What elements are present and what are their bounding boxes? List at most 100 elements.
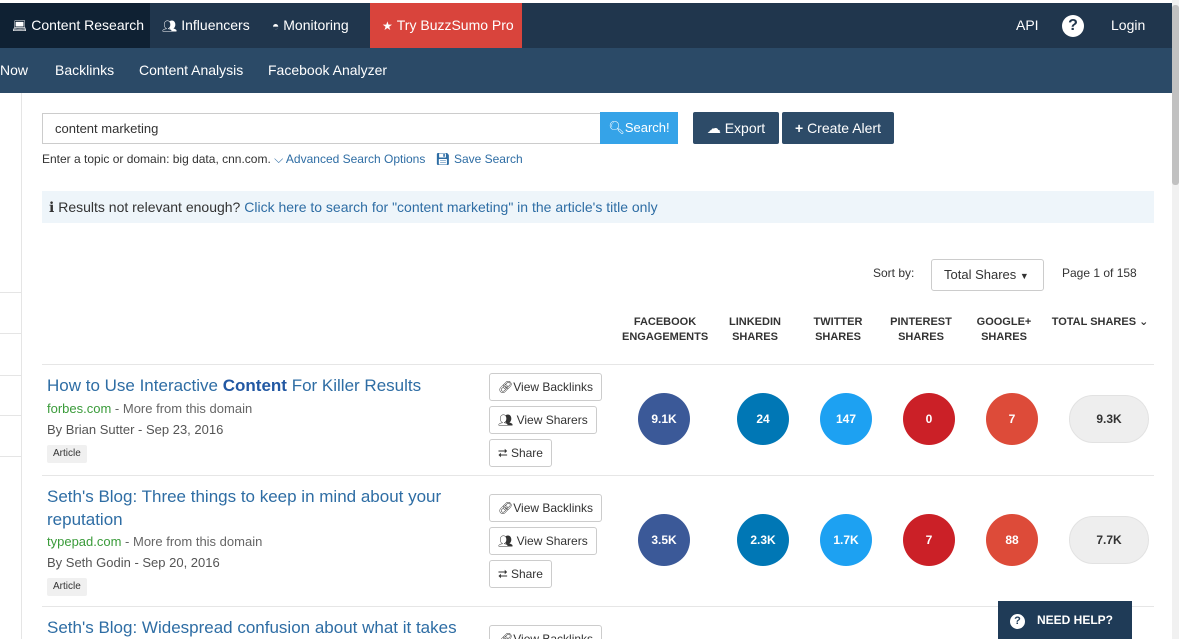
share-button[interactable]: ⮂ Share	[489, 560, 552, 588]
facebook-count: 3.5K	[638, 514, 690, 566]
col-total-l1: TOTAL SHARES	[1051, 316, 1137, 328]
share-button[interactable]: ⮂ Share	[489, 439, 552, 467]
linkedin-count: 24	[737, 393, 789, 445]
laptop-icon: 💻︎	[12, 19, 28, 33]
search-icon: 🔍︎	[608, 120, 625, 135]
col-total-shares[interactable]: TOTAL SHARES ⌄	[1050, 315, 1150, 330]
col-linkedin-l1: LINKEDIN	[729, 316, 781, 328]
nav-influencers-label: Influencers	[181, 17, 250, 33]
users-icon: 👥︎	[498, 413, 514, 427]
pinterest-count: 0	[903, 393, 955, 445]
plus-icon: +	[794, 120, 804, 136]
nav-influencers[interactable]: 👥︎ Influencers	[162, 3, 250, 48]
row-divider	[42, 606, 1154, 607]
twitter-count: 1.7K	[820, 514, 872, 566]
rail-divider	[0, 333, 22, 334]
nav-try-pro[interactable]: ★ Try BuzzSumo Pro	[370, 3, 522, 48]
scrollbar-thumb[interactable]	[1172, 5, 1179, 185]
star-icon: ★	[382, 19, 393, 33]
cloud-download-icon: ☁	[706, 120, 721, 136]
article-title-link[interactable]: Seth's Blog: Widespread confusion about …	[47, 616, 477, 639]
view-backlinks-button[interactable]: 🔗︎View Backlinks	[489, 625, 603, 639]
rail-divider	[0, 415, 22, 416]
total-shares-count: 9.3K	[1069, 395, 1149, 443]
rail-divider	[0, 292, 22, 293]
title-only-search-link[interactable]: Click here to search for "content market…	[244, 199, 657, 215]
row-divider	[42, 475, 1154, 476]
need-help-widget[interactable]: ? NEED HELP?	[998, 601, 1132, 639]
question-circle-icon: ?	[1010, 614, 1025, 629]
share-icon: ⮂	[498, 446, 508, 460]
link-icon: 🔗︎	[498, 632, 514, 639]
users-icon: 👥︎	[162, 19, 178, 33]
relevance-notice: ℹ Results not relevant enough? Click her…	[42, 191, 1154, 223]
advanced-search-link[interactable]: ⌵ Advanced Search Options	[274, 152, 425, 166]
save-search-link[interactable]: 💾︎ Save Search	[435, 152, 522, 166]
caret-down-icon: ▼	[1019, 271, 1029, 281]
export-button-label: Export	[724, 120, 766, 136]
subnav-backlinks[interactable]: Backlinks	[55, 48, 114, 93]
chevron-down-icon: ⌄	[1139, 316, 1149, 328]
more-from-domain-link[interactable]: - More from this domain	[121, 534, 262, 549]
search-button[interactable]: 🔍︎Search!	[600, 112, 678, 144]
sort-selected-value: Total Shares	[944, 267, 1017, 282]
view-backlinks-button[interactable]: 🔗︎View Backlinks	[489, 373, 603, 401]
help-button[interactable]: ?	[1062, 3, 1084, 48]
col-twitter: TWITTER SHARES	[798, 315, 878, 345]
article-title-pre: How to Use Interactive	[47, 376, 223, 395]
subnav-facebook-analyzer[interactable]: Facebook Analyzer	[268, 48, 387, 93]
col-googleplus: GOOGLE+ SHARES	[964, 315, 1044, 345]
notice-prefix: Results not relevant enough?	[58, 199, 241, 215]
share-icon: ⮂	[498, 567, 508, 581]
nav-monitoring[interactable]: ◓ Monitoring	[272, 3, 349, 48]
col-linkedin-l2: SHARES	[732, 331, 778, 343]
rail-divider	[0, 456, 22, 457]
col-googleplus-l1: GOOGLE+	[976, 316, 1032, 328]
view-backlinks-label: View Backlinks	[513, 632, 594, 639]
article-title-link[interactable]: Seth's Blog: Three things to keep in min…	[47, 485, 477, 531]
nav-content-research-label: Content Research	[31, 17, 145, 33]
search-button-label: Search!	[624, 120, 670, 135]
export-button[interactable]: ☁ Export	[693, 112, 779, 144]
link-icon: 🔗︎	[498, 501, 514, 515]
col-twitter-l1: TWITTER	[813, 316, 863, 328]
article-domain-link[interactable]: typepad.com	[47, 534, 121, 549]
search-hint: Enter a topic or domain: big data, cnn.c…	[42, 152, 523, 167]
col-pinterest: PINTEREST SHARES	[881, 315, 961, 345]
article-domain-link[interactable]: forbes.com	[47, 401, 111, 416]
nav-try-pro-label: Try BuzzSumo Pro	[396, 17, 514, 33]
subnav-content-analysis[interactable]: Content Analysis	[139, 48, 243, 93]
article-byline: By Seth Godin - Sep 20, 2016	[47, 555, 220, 570]
subnav-now[interactable]: Now	[0, 48, 28, 93]
linkedin-count: 2.3K	[737, 514, 789, 566]
search-input[interactable]	[42, 113, 601, 144]
nav-content-research[interactable]: 💻︎ Content Research	[0, 3, 150, 48]
link-icon: 🔗︎	[498, 380, 514, 394]
create-alert-button[interactable]: + Create Alert	[782, 112, 894, 144]
col-twitter-l2: SHARES	[815, 331, 861, 343]
total-shares-count: 7.7K	[1069, 516, 1149, 564]
view-sharers-label: View Sharers	[516, 534, 588, 548]
facebook-count: 9.1K	[638, 393, 690, 445]
col-pinterest-l1: PINTEREST	[890, 316, 952, 328]
nav-login[interactable]: Login	[1111, 3, 1145, 48]
col-googleplus-l2: SHARES	[981, 331, 1027, 343]
view-sharers-label: View Sharers	[516, 413, 588, 427]
users-icon: 👥︎	[498, 534, 514, 548]
left-rail	[0, 93, 22, 639]
sub-nav: Now Backlinks Content Analysis Facebook …	[0, 48, 1172, 93]
more-from-domain-link[interactable]: - More from this domain	[111, 401, 252, 416]
nav-api[interactable]: API	[1016, 3, 1039, 48]
article-domain-line: forbes.com - More from this domain	[47, 401, 252, 416]
view-sharers-button[interactable]: 👥︎ View Sharers	[489, 527, 597, 555]
col-facebook: FACEBOOK ENGAGEMENTS	[622, 315, 708, 345]
row-divider	[42, 364, 1154, 365]
article-title-link[interactable]: How to Use Interactive Content For Kille…	[47, 374, 477, 397]
view-sharers-button[interactable]: 👥︎ View Sharers	[489, 406, 597, 434]
sort-select[interactable]: Total Shares ▼	[931, 259, 1044, 291]
view-backlinks-button[interactable]: 🔗︎View Backlinks	[489, 494, 603, 522]
create-alert-label: Create Alert	[807, 120, 881, 136]
page-scrollbar[interactable]	[1172, 0, 1179, 639]
col-pinterest-l2: SHARES	[898, 331, 944, 343]
col-linkedin: LINKEDIN SHARES	[715, 315, 795, 345]
